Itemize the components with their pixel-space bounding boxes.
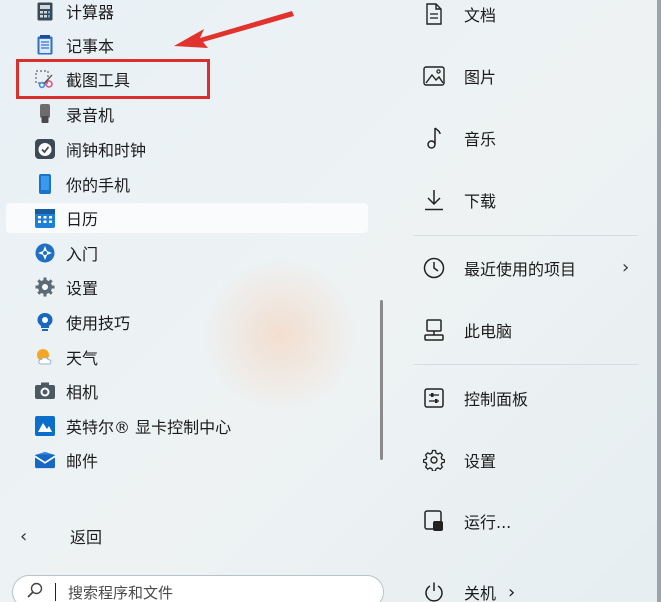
music-icon (422, 126, 446, 150)
app-item-tips[interactable]: 使用技巧 (6, 307, 368, 337)
app-item-mail[interactable]: 邮件 (6, 445, 368, 475)
snipping-tool-icon (35, 69, 55, 89)
divider (414, 235, 638, 236)
app-item-label: 记事本 (66, 37, 115, 56)
app-item-label: 邮件 (66, 452, 99, 471)
app-item-label: 录音机 (66, 106, 115, 125)
right-item-pictures[interactable]: 图片 (422, 64, 496, 88)
download-icon (422, 188, 446, 212)
get-started-icon (35, 243, 55, 263)
right-item-label: 此电脑 (464, 322, 513, 341)
camera-icon (35, 381, 55, 401)
weather-icon (35, 347, 55, 367)
power-icon (422, 580, 446, 602)
control-panel-icon (422, 386, 446, 410)
right-item-settings[interactable]: 设置 (422, 448, 496, 472)
phone-icon (35, 174, 55, 194)
app-item-intel-graphics[interactable]: 英特尔® 显卡控制中心 (6, 411, 368, 441)
app-item-calendar[interactable]: 日历 (6, 203, 368, 233)
app-item-label: 英特尔® 显卡控制中心 (66, 418, 232, 437)
right-item-label: 最近使用的项目 (464, 260, 577, 279)
right-item-this-pc[interactable]: 此电脑 (422, 318, 512, 342)
text-caret (55, 583, 56, 601)
search-input[interactable]: 搜索程序和文件 (68, 582, 173, 602)
app-item-label: 闹钟和时钟 (66, 141, 147, 160)
app-item-label: 相机 (66, 383, 99, 402)
back-label: 返回 (70, 528, 103, 547)
app-item-label: 截图工具 (66, 71, 131, 90)
mail-icon (35, 450, 55, 470)
right-item-control-panel[interactable]: 控制面板 (422, 386, 528, 410)
annotation-arrow (174, 11, 294, 48)
right-item-documents[interactable]: 文档 (422, 2, 496, 26)
divider (414, 364, 638, 365)
document-icon (422, 2, 446, 26)
settings-icon (422, 448, 446, 472)
right-item-label: 运行... (464, 513, 512, 532)
right-item-shutdown[interactable]: 关机 › (422, 580, 515, 602)
this-pc-icon (422, 318, 446, 342)
clock-icon (35, 139, 55, 159)
app-item-label: 日历 (66, 210, 99, 229)
right-item-label: 下载 (464, 192, 497, 211)
app-item-snipping-tool[interactable]: 截图工具 (6, 64, 368, 94)
app-item-get-started[interactable]: 入门 (6, 238, 368, 268)
app-item-clock[interactable]: 闹钟和时钟 (6, 134, 368, 164)
app-item-voice-recorder[interactable]: 录音机 (6, 99, 368, 129)
app-item-label: 计算器 (66, 3, 115, 22)
search-icon (27, 582, 43, 602)
app-item-weather[interactable]: 天气 (6, 342, 368, 372)
chevron-right-icon[interactable]: › (622, 257, 629, 278)
notepad-icon (35, 35, 55, 55)
right-item-label: 音乐 (464, 130, 497, 149)
right-item-recent[interactable]: 最近使用的项目 (422, 256, 576, 280)
pictures-icon (422, 64, 446, 88)
app-item-label: 天气 (66, 349, 99, 368)
back-button[interactable]: ‹ 返回 (6, 520, 368, 552)
search-box[interactable]: 搜索程序和文件 (12, 575, 384, 602)
intel-graphics-icon (35, 416, 55, 436)
app-list: 计算器 记事本 截图工具 录音机 闹钟和时钟 你的手机 日历 入门 设置 使用技… (0, 0, 372, 510)
app-item-settings[interactable]: 设置 (6, 272, 368, 302)
settings-icon (35, 277, 55, 297)
app-item-your-phone[interactable]: 你的手机 (6, 169, 368, 199)
window-edge (657, 0, 661, 602)
calendar-icon (35, 208, 55, 228)
tips-icon (35, 312, 55, 332)
right-item-run[interactable]: 运行... (422, 509, 511, 533)
app-item-label: 设置 (66, 279, 99, 298)
right-item-label: 设置 (464, 452, 497, 471)
recent-icon (422, 256, 446, 280)
app-item-label: 入门 (66, 245, 99, 264)
calculator-icon (35, 1, 55, 21)
right-item-label: 关机 (464, 584, 497, 602)
app-item-camera[interactable]: 相机 (6, 376, 368, 406)
chevron-right-icon[interactable]: › (508, 582, 515, 602)
run-icon (422, 509, 446, 533)
chevron-left-icon: ‹ (20, 525, 28, 547)
right-item-label: 图片 (464, 68, 497, 87)
right-pane: 文档 图片 音乐 下载 最近使用的项目 › 此电脑 控制面板 设置 运行... … (372, 0, 661, 602)
app-item-label: 使用技巧 (66, 314, 131, 333)
right-item-label: 文档 (464, 6, 497, 25)
app-item-label: 你的手机 (66, 176, 131, 195)
right-item-label: 控制面板 (464, 390, 529, 409)
voice-recorder-icon (35, 104, 55, 124)
right-item-downloads[interactable]: 下载 (422, 188, 496, 212)
right-item-music[interactable]: 音乐 (422, 126, 496, 150)
